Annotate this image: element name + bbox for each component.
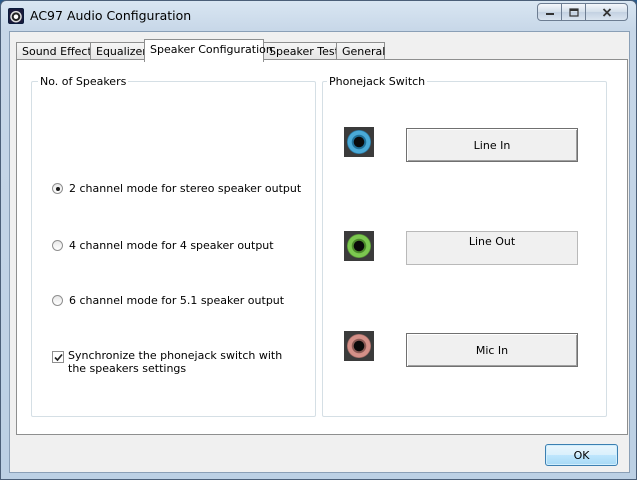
window-title: AC97 Audio Configuration	[30, 8, 192, 23]
dialog-client-area: Sound Effect Equalizer Speaker Configura…	[9, 31, 630, 473]
sync-checkbox-label: Synchronize the phonejack switch with th…	[68, 349, 283, 375]
blue-jack-icon	[344, 127, 374, 157]
minimize-icon	[545, 13, 554, 15]
radio-label: 6 channel mode for 5.1 speaker output	[69, 294, 285, 307]
phonejack-group-title: Phonejack Switch	[327, 75, 428, 88]
radio-button[interactable]	[52, 183, 63, 194]
speakers-group-title: No. of Speakers	[38, 75, 129, 88]
app-window: AC97 Audio Configuration Sound Effect Eq…	[0, 0, 637, 480]
mic-in-button[interactable]: Mic In	[406, 333, 578, 367]
speakers-groupbox: No. of Speakers 2 channel mode for stere…	[31, 75, 316, 417]
minimize-button[interactable]	[537, 3, 562, 21]
ok-button[interactable]: OK	[545, 444, 618, 466]
radio-label: 2 channel mode for stereo speaker output	[69, 182, 302, 195]
title-bar[interactable]: AC97 Audio Configuration	[1, 1, 636, 31]
checkmark-icon	[53, 353, 63, 361]
radio-2-channel[interactable]: 2 channel mode for stereo speaker output	[52, 182, 301, 195]
close-button[interactable]	[585, 3, 628, 21]
radio-button[interactable]	[52, 295, 63, 306]
tab-speaker-configuration[interactable]: Speaker Configuration	[144, 39, 273, 62]
maximize-button[interactable]	[561, 3, 586, 21]
close-icon	[602, 7, 611, 17]
maximize-icon	[568, 7, 579, 17]
radio-button[interactable]	[52, 240, 63, 251]
pink-jack-icon	[344, 331, 374, 361]
speaker-configuration-panel: No. of Speakers 2 channel mode for stere…	[16, 59, 628, 435]
green-jack-icon	[344, 231, 374, 261]
sync-phonejack-checkbox-row[interactable]: Synchronize the phonejack switch with th…	[52, 349, 288, 375]
radio-6-channel[interactable]: 6 channel mode for 5.1 speaker output	[52, 294, 284, 307]
speaker-app-icon	[8, 8, 24, 24]
sync-checkbox[interactable]	[52, 351, 64, 363]
phonejack-groupbox: Phonejack Switch Line In Line Out Mic In	[322, 75, 607, 417]
line-out-button[interactable]: Line Out	[406, 231, 578, 265]
line-in-button[interactable]: Line In	[406, 128, 578, 162]
radio-label: 4 channel mode for 4 speaker output	[69, 239, 274, 252]
radio-4-channel[interactable]: 4 channel mode for 4 speaker output	[52, 239, 274, 252]
